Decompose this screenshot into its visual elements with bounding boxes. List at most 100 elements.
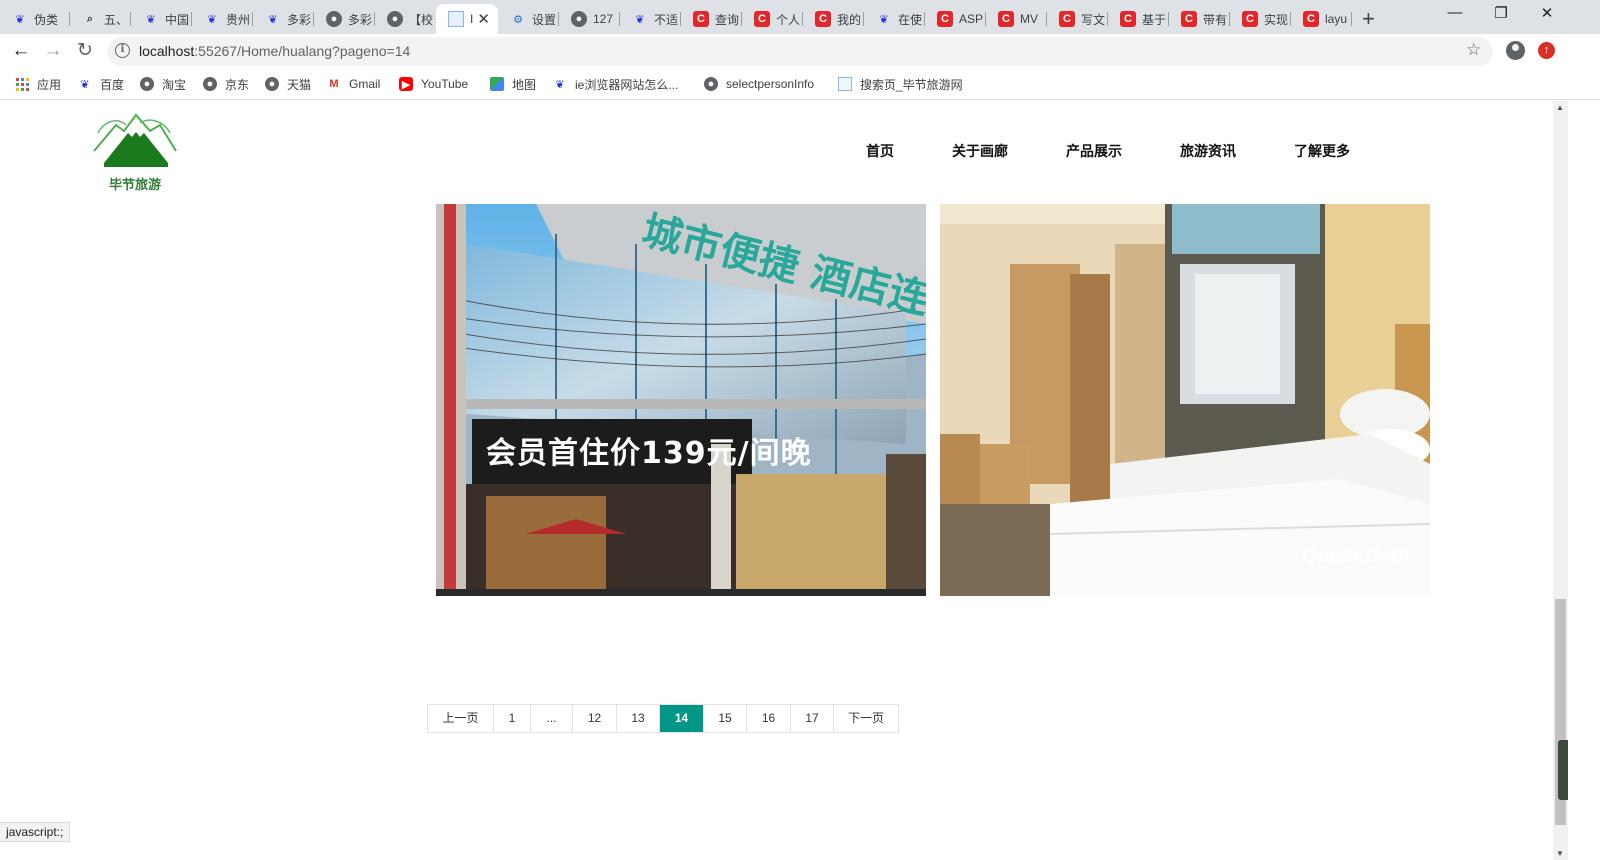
maps-icon — [490, 77, 504, 91]
csdn-icon: C — [754, 11, 770, 27]
pagination-page-13[interactable]: 13 — [617, 705, 660, 732]
nav-learn-more[interactable]: 了解更多 — [1294, 141, 1350, 161]
page-viewport: 毕节旅游 首页 关于画廊 产品展示 旅游资讯 了解更多 城市便捷 酒店连锁 会员… — [0, 101, 1553, 860]
bookmark-maps[interactable]: 地图 — [490, 76, 536, 92]
search-icon: ⌕ — [86, 12, 94, 25]
pagination-page-17[interactable]: 17 — [791, 705, 834, 732]
pagination-page-15[interactable]: 15 — [704, 705, 747, 732]
bookmark-search-page[interactable]: 搜索页_毕节旅游网 — [838, 76, 963, 92]
minimize-icon[interactable]: — — [1432, 4, 1478, 21]
baidu-paw-icon: ❦ — [555, 78, 565, 91]
logo-text: 毕节旅游 — [108, 177, 161, 192]
close-window-icon[interactable]: ✕ — [1524, 4, 1570, 22]
side-panel-handle[interactable] — [1558, 740, 1568, 800]
browser-tab[interactable]: ● 【校 — [375, 4, 436, 34]
browser-tab-active[interactable]: I ✕ — [436, 4, 498, 34]
hotel-price-sign: 会员首住价139元/间晚 — [486, 436, 812, 471]
baidu-paw-icon: ❦ — [15, 13, 25, 26]
new-tab-icon[interactable]: + — [1362, 6, 1375, 32]
csdn-icon: C — [1059, 11, 1075, 27]
browser-tab[interactable]: ❦ 在使 — [864, 4, 925, 34]
document-icon — [838, 77, 852, 91]
reload-icon[interactable]: ↻ — [72, 38, 98, 64]
bookmark-taobao[interactable]: ● 淘宝 — [140, 76, 186, 92]
globe-icon: ● — [704, 77, 718, 91]
baidu-paw-icon: ❦ — [879, 13, 889, 26]
youtube-icon: ▶ — [399, 77, 413, 91]
globe-icon: ● — [387, 11, 403, 27]
gallery-image-hotel-room[interactable]: Qunar.Com — [940, 204, 1430, 596]
bookmark-ie-question[interactable]: ❦ ie浏览器网站怎么... — [553, 76, 678, 92]
nav-products[interactable]: 产品展示 — [1066, 141, 1122, 161]
baidu-paw-icon: ❦ — [207, 13, 217, 26]
browser-tab[interactable]: C ASP — [925, 4, 986, 34]
globe-icon: ● — [571, 11, 587, 27]
pagination-current-page[interactable]: 14 — [660, 705, 704, 732]
browser-tab[interactable]: C 写文 — [1047, 4, 1108, 34]
browser-tab[interactable]: C 基于 — [1108, 4, 1169, 34]
nav-travel-news[interactable]: 旅游资讯 — [1180, 141, 1236, 161]
browser-tab[interactable]: C 带有 — [1169, 4, 1230, 34]
browser-tab[interactable]: C 实现 — [1230, 4, 1291, 34]
browser-tab[interactable]: ⌕ 五、 — [70, 4, 131, 34]
address-bar[interactable]: i localhost:55267/Home/hualang?pageno=14 — [107, 37, 1493, 66]
bookmark-apps[interactable]: 应用 — [15, 76, 61, 92]
csdn-icon: C — [998, 11, 1014, 27]
csdn-icon: C — [1120, 11, 1136, 27]
browser-tab[interactable]: ● 127 — [559, 4, 620, 34]
browser-tab[interactable]: Clayu — [1291, 4, 1352, 34]
update-icon[interactable]: ↑ — [1538, 42, 1555, 59]
bookmark-baidu[interactable]: ❦ 百度 — [78, 76, 124, 92]
pagination-page-1[interactable]: 1 — [494, 705, 531, 732]
globe-icon: ● — [326, 11, 342, 27]
apps-grid-icon — [15, 77, 29, 91]
nav-about-gallery[interactable]: 关于画廊 — [952, 141, 1008, 161]
browser-tab[interactable]: ❦ 不适 — [620, 4, 681, 34]
pagination-ellipsis: ... — [531, 705, 573, 732]
gmail-icon: M — [329, 78, 339, 90]
globe-icon: ● — [140, 77, 154, 91]
csdn-icon: C — [815, 11, 831, 27]
pagination-next-button[interactable]: 下一页 — [834, 705, 898, 732]
baidu-paw-icon: ❦ — [635, 13, 645, 26]
bookmarks-bar: 应用 ❦ 百度 ● 淘宝 ● 京东 ● 天猫 M Gmail ▶ YouTube 地图 ❦ i… — [0, 68, 1600, 100]
restore-icon[interactable]: ❐ — [1478, 4, 1524, 22]
site-info-icon[interactable]: i — [115, 43, 130, 58]
browser-tab[interactable]: ❦ 中国 — [131, 4, 192, 34]
scroll-down-arrow-icon[interactable]: ▼ — [1556, 849, 1564, 858]
mountain-logo-icon — [93, 113, 177, 167]
qunar-watermark: Qunar.Com — [1302, 545, 1410, 567]
browser-tab[interactable]: ❦ 多彩 — [253, 4, 314, 34]
browser-tab[interactable]: C 查询 — [681, 4, 742, 34]
document-icon — [448, 11, 464, 27]
bookmark-selectpersoninfo[interactable]: ● selectpersonInfo — [704, 76, 814, 92]
browser-tab[interactable]: ⚙ 设置 — [498, 4, 559, 34]
tab-strip: ❦ 伪类 ⌕ 五、 ❦ 中国 ❦ 贵州 ❦ 多彩 ● 多彩 ● 【校 I ✕ ⚙ 设置 ● 127 … — [0, 0, 1600, 34]
browser-tab[interactable]: ❦ 贵州 — [192, 4, 253, 34]
bookmark-star-icon[interactable]: ☆ — [1466, 40, 1481, 60]
url-text[interactable]: localhost:55267/Home/hualang?pageno=14 — [139, 43, 410, 59]
pagination-prev-button[interactable]: 上一页 — [428, 705, 494, 732]
site-logo[interactable]: 毕节旅游 — [88, 111, 182, 192]
bookmark-gmail[interactable]: M Gmail — [327, 76, 380, 92]
forward-arrow-icon[interactable]: → — [40, 38, 66, 64]
browser-tab[interactable]: ❦ 伪类 — [0, 4, 70, 34]
browser-tab[interactable]: C 个人 — [742, 4, 803, 34]
globe-icon: ● — [203, 77, 217, 91]
tab-close-icon[interactable]: ✕ — [477, 10, 490, 28]
gallery-image-hotel-front[interactable]: 城市便捷 酒店连锁 会员首住价139元/间晚 — [436, 204, 926, 596]
pagination: 上一页 1 ... 12 13 14 15 16 17 下一页 — [427, 704, 899, 733]
bookmark-tmall[interactable]: ● 天猫 — [265, 76, 311, 92]
pagination-page-12[interactable]: 12 — [573, 705, 617, 732]
gear-icon: ⚙ — [513, 13, 523, 26]
browser-tab[interactable]: ● 多彩 — [314, 4, 375, 34]
nav-home[interactable]: 首页 — [866, 141, 894, 161]
scroll-up-arrow-icon[interactable]: ▲ — [1556, 103, 1564, 112]
bookmark-jd[interactable]: ● 京东 — [203, 76, 249, 92]
profile-avatar-icon[interactable] — [1506, 41, 1525, 60]
browser-tab[interactable]: C MV — [986, 4, 1047, 34]
pagination-page-16[interactable]: 16 — [747, 705, 791, 732]
browser-tab[interactable]: C 我的 — [803, 4, 864, 34]
bookmark-youtube[interactable]: ▶ YouTube — [399, 76, 468, 92]
back-arrow-icon[interactable]: ← — [8, 38, 34, 64]
